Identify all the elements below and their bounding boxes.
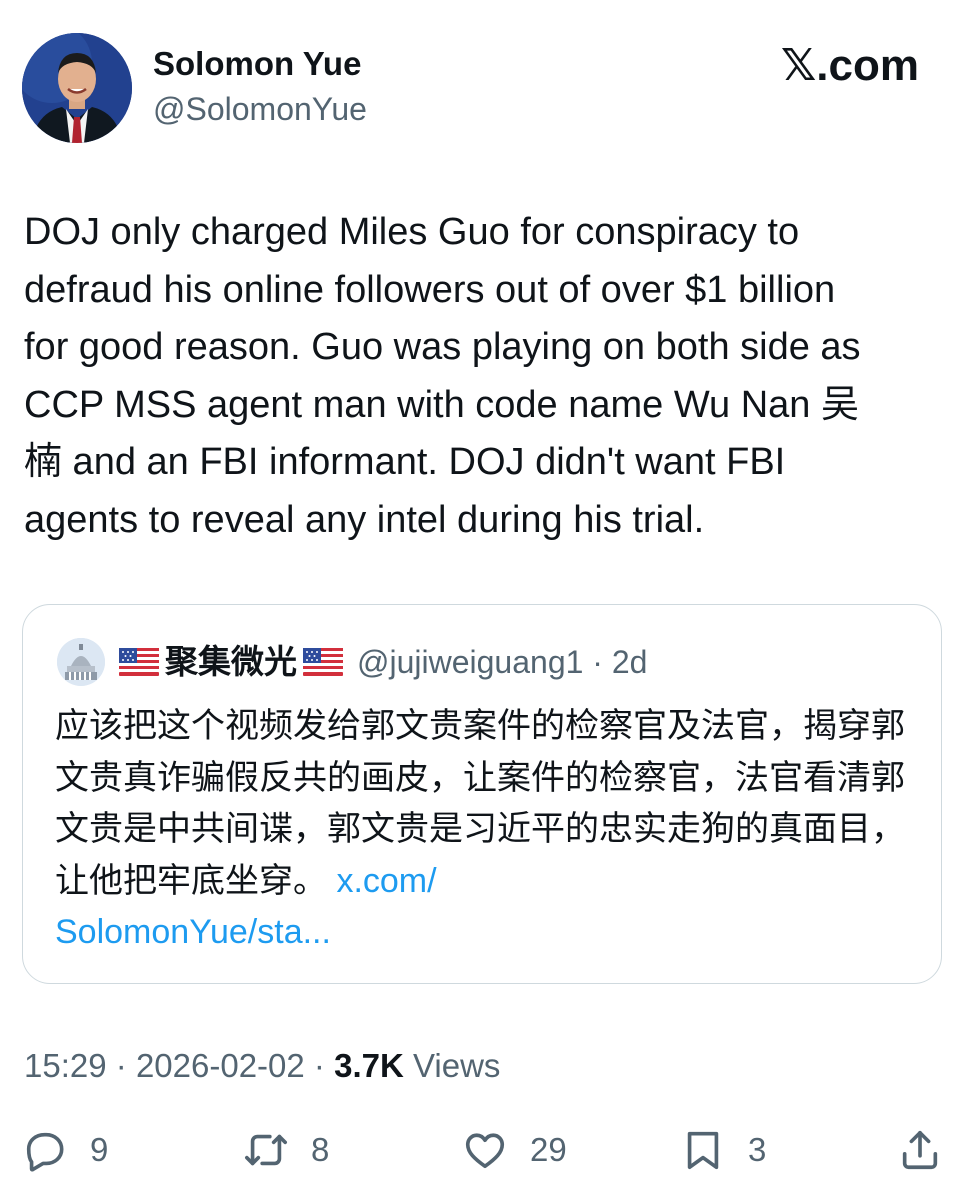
views-count: 3.7K [334, 1047, 404, 1084]
quoted-author-handle[interactable]: @jujiweiguang1 · 2d [357, 639, 647, 685]
reply-button[interactable]: 9 [22, 1122, 108, 1178]
quoted-tweet-text: 应该把这个视频发给郭文贵案件的检察官及法官，揭穿郭文贵真诈骗假反共的画皮，让案件… [55, 701, 925, 959]
quoted-author-avatar[interactable] [57, 638, 105, 686]
tweet-text: DOJ only charged Miles Guo for conspirac… [24, 211, 861, 541]
quoted-text-body: 应该把这个视频发给郭文贵案件的检察官及法官，揭穿郭文贵真诈骗假反共的画皮，让案件… [55, 707, 905, 900]
like-count: 29 [530, 1131, 567, 1168]
reply-count: 9 [90, 1131, 109, 1168]
quoted-author-name[interactable]: 聚集微光 [165, 639, 297, 685]
repost-button[interactable]: 8 [243, 1122, 329, 1178]
us-flag-icon [119, 648, 159, 676]
bookmark-count: 3 [748, 1131, 767, 1168]
x-logo: 𝕏.com [780, 41, 919, 90]
heart-icon [465, 1133, 505, 1169]
repost-icon [245, 1134, 287, 1166]
author-name[interactable]: Solomon Yue [153, 42, 361, 86]
us-flag-icon [303, 648, 343, 676]
author-handle[interactable]: @SolomonYue [153, 88, 367, 130]
bookmark-icon [687, 1131, 719, 1170]
share-icon [902, 1130, 938, 1170]
action-bar: 9 8 29 3 [0, 1122, 967, 1178]
views-label: Views [412, 1047, 501, 1084]
author-avatar[interactable] [22, 33, 132, 143]
share-button[interactable] [897, 1122, 943, 1178]
quoted-header: 聚集微光 @jujiweiguang1 · 2d [119, 639, 647, 685]
meta-separator: · [313, 1047, 325, 1084]
reply-icon [26, 1132, 64, 1172]
meta-separator: · [115, 1047, 127, 1084]
tweet-metadata: 15:29 · 2026-02-02 · 3.7K Views [24, 1044, 500, 1088]
tweet-date[interactable]: 2026-02-02 [136, 1047, 305, 1084]
tweet-time[interactable]: 15:29 [24, 1047, 107, 1084]
bookmark-button[interactable]: 3 [680, 1122, 766, 1178]
like-button[interactable]: 29 [462, 1122, 567, 1178]
capitol-icon [57, 638, 105, 686]
quoted-tweet[interactable]: 聚集微光 @jujiweiguang1 · 2d 应该把这个视频发给郭文贵案件的… [22, 604, 942, 984]
avatar-portrait [22, 33, 132, 143]
repost-count: 8 [311, 1131, 330, 1168]
